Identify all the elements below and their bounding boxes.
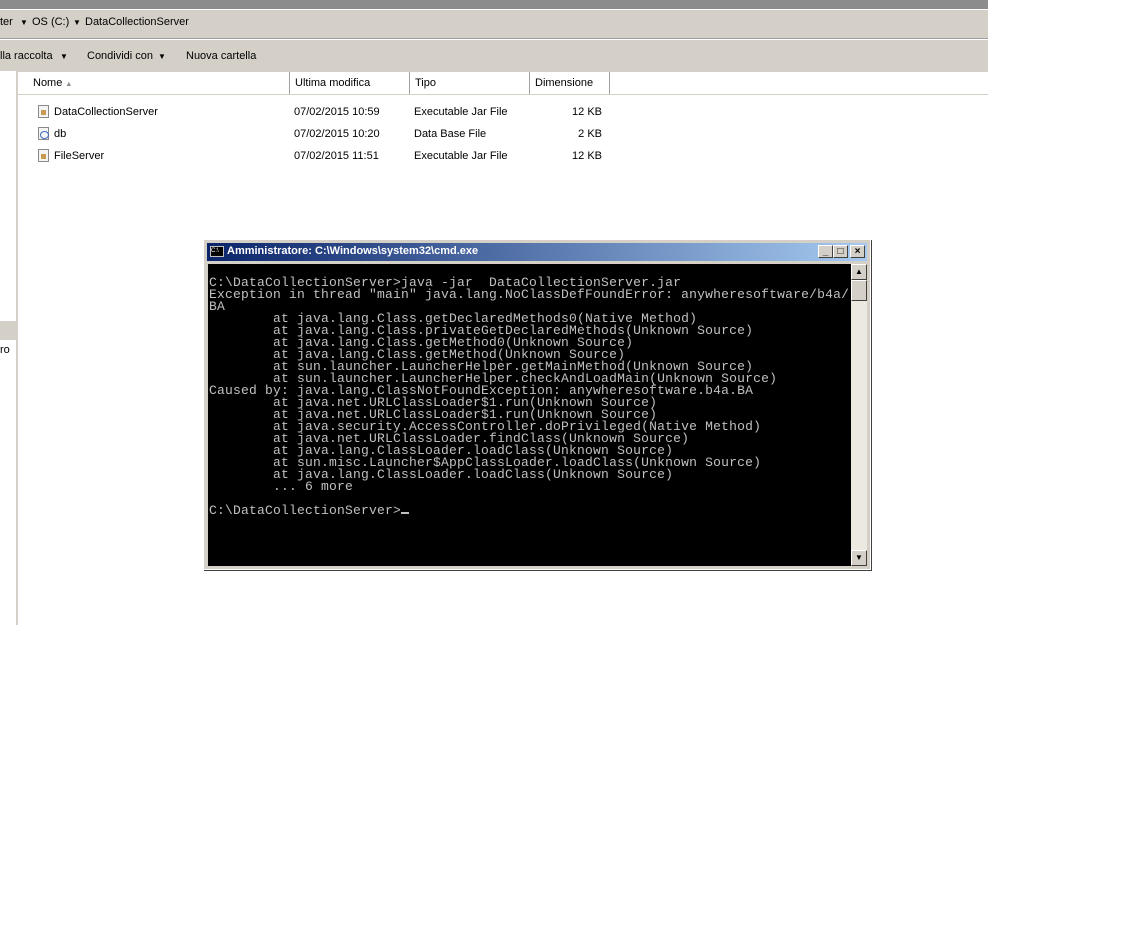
- text-cursor: [401, 512, 410, 514]
- navigation-item-label[interactable]: ro: [0, 344, 10, 356]
- chevron-down-icon[interactable]: ▼: [60, 52, 68, 61]
- console-line: Exception in thread "main" java.lang.NoC…: [209, 287, 850, 302]
- cmd-icon[interactable]: C:\: [210, 246, 224, 257]
- scroll-up-button[interactable]: ▲: [851, 264, 867, 280]
- breadcrumb-item[interactable]: DataCollectionServer: [85, 16, 189, 28]
- file-modified: 07/02/2015 10:20: [294, 128, 380, 140]
- maximize-button[interactable]: □: [833, 245, 848, 258]
- close-button[interactable]: ×: [850, 245, 865, 258]
- vertical-scrollbar[interactable]: ▲ ▼: [851, 264, 867, 566]
- file-size: 12 KB: [572, 106, 602, 118]
- file-row[interactable]: DataCollectionServer 07/02/2015 10:59 Ex…: [18, 101, 638, 123]
- file-type: Executable Jar File: [414, 150, 508, 162]
- file-name: DataCollectionServer: [54, 106, 158, 118]
- breadcrumb-item[interactable]: ter: [0, 16, 13, 28]
- file-type: Executable Jar File: [414, 106, 508, 118]
- scroll-down-button[interactable]: ▼: [851, 550, 867, 566]
- share-with-button[interactable]: Condividi con: [87, 50, 153, 62]
- window-top-strip: [0, 0, 988, 9]
- toolbar: lla raccolta ▼ Condividi con ▼ Nuova car…: [0, 39, 988, 72]
- cmd-window[interactable]: C:\ Amministratore: C:\Windows\system32\…: [203, 239, 871, 570]
- scroll-thumb[interactable]: [851, 280, 867, 301]
- minimize-button[interactable]: _: [818, 245, 833, 258]
- console-line: ... 6 more: [209, 479, 354, 494]
- jar-file-icon: [38, 149, 49, 162]
- sort-ascending-icon: ▲: [65, 81, 73, 88]
- cmd-title-bar[interactable]: C:\ Amministratore: C:\Windows\system32\…: [207, 243, 867, 261]
- jar-file-icon: [38, 105, 49, 118]
- file-name: db: [54, 128, 67, 140]
- breadcrumb-arrow-icon[interactable]: ▼: [73, 18, 81, 27]
- column-size[interactable]: Dimensione: [530, 72, 610, 94]
- column-header: Nome ▲ Ultima modifica Tipo Dimensione: [18, 72, 988, 95]
- column-nome[interactable]: Nome ▲: [18, 72, 290, 94]
- file-modified: 07/02/2015 11:51: [294, 150, 379, 162]
- chevron-down-icon[interactable]: ▼: [158, 52, 166, 61]
- column-label: Nome: [33, 77, 63, 89]
- breadcrumb-arrow-icon[interactable]: ▼: [20, 18, 28, 27]
- column-modified[interactable]: Ultima modifica: [290, 72, 410, 94]
- address-bar[interactable]: ter ▼ OS (C:) ▼ DataCollectionServer: [0, 9, 988, 39]
- console-line: C:\DataCollectionServer>: [209, 504, 851, 517]
- file-name: FileServer: [54, 150, 105, 162]
- new-folder-button[interactable]: Nuova cartella: [186, 50, 256, 62]
- window-title: Amministratore: C:\Windows\system32\cmd.…: [227, 245, 479, 257]
- breadcrumb-item[interactable]: OS (C:): [32, 16, 69, 28]
- file-type: Data Base File: [414, 128, 487, 140]
- db-file-icon: [38, 127, 49, 140]
- file-modified: 07/02/2015 10:59: [294, 106, 380, 118]
- file-row[interactable]: db 07/02/2015 10:20 Data Base File 2 KB: [18, 123, 638, 145]
- file-row[interactable]: FileServer 07/02/2015 11:51 Executable J…: [18, 145, 638, 167]
- file-size: 12 KB: [572, 150, 602, 162]
- include-in-library-button[interactable]: lla raccolta: [0, 50, 53, 62]
- file-size: 2 KB: [578, 128, 602, 140]
- navigation-selected-item[interactable]: [0, 321, 16, 340]
- console-output[interactable]: C:\DataCollectionServer>java -jar DataCo…: [208, 264, 851, 566]
- column-type[interactable]: Tipo: [410, 72, 530, 94]
